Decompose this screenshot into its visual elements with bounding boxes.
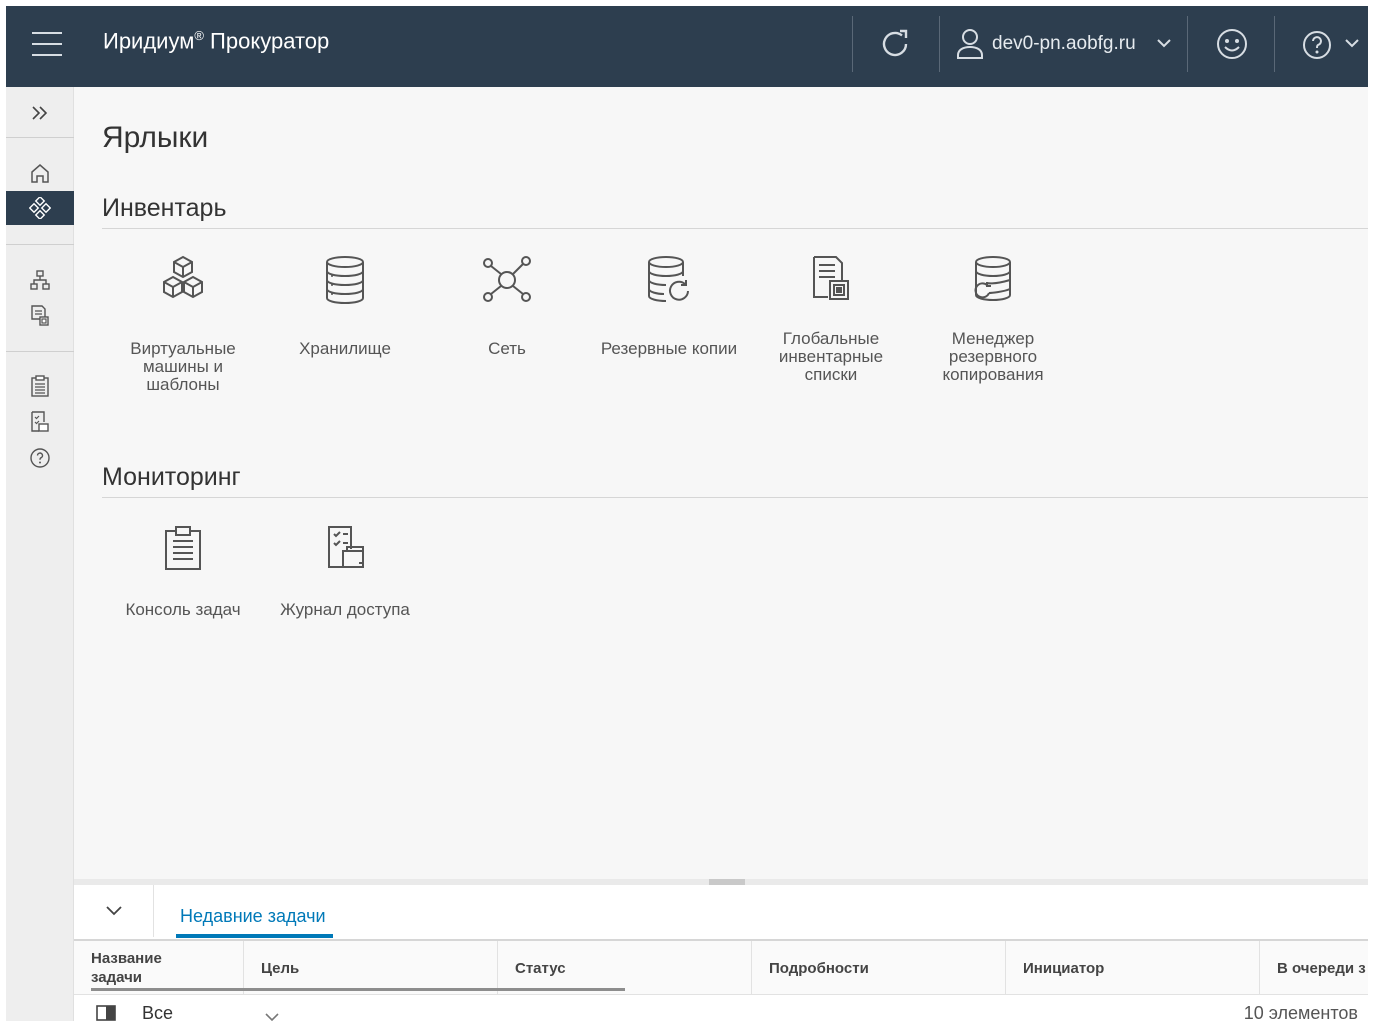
chevron-down-icon[interactable] [1156,36,1172,54]
tasks-table-header: Название задачи Цель Статус Подробности … [74,939,1368,995]
shortcut-backup-manager[interactable]: Менеджер резервного копирования [918,255,1068,384]
shortcut-access-log[interactable]: Журнал доступа [270,525,420,619]
tile-label: Резервные копии [600,339,738,358]
col-queued[interactable]: В очереди з [1260,941,1368,995]
column-header-label: Название задачи [91,950,162,986]
chevron-down-icon[interactable] [264,1009,280,1021]
header-divider [1274,16,1275,72]
task-console-icon [108,525,258,585]
sidebar [6,87,74,1021]
help-icon[interactable] [1301,29,1333,66]
shortcut-backups[interactable]: Резервные копии [594,255,744,358]
header-divider [1187,16,1188,72]
shortcut-network[interactable]: Сеть [432,255,582,358]
recent-tasks-panel: Недавние задачи Название задачи Цель Ста… [74,879,1368,1021]
sidebar-divider [6,244,74,245]
active-tab-indicator [176,934,333,938]
col-initiator[interactable]: Инициатор [1006,941,1260,995]
tab-recent-tasks[interactable]: Недавние задачи [180,906,326,927]
access-log-icon[interactable] [6,405,74,439]
header-divider [939,16,940,72]
column-sort-indicator [91,988,244,991]
col-target[interactable]: Цель [244,941,498,995]
monitoring-section-title: Мониторинг [102,463,241,491]
column-header-label: Статус [515,959,566,977]
tile-label: Консоль задач [125,600,241,619]
tasks-table-footer: Все 10 элементов [74,995,1368,1021]
refresh-icon[interactable] [878,27,914,68]
panel-resize-handle[interactable] [709,879,745,885]
feedback-smiley-icon[interactable] [1215,27,1249,66]
column-sort-indicator [498,988,625,991]
shortcut-task-console[interactable]: Консоль задач [108,525,258,619]
network-icon [432,255,582,315]
user-menu[interactable]: dev0-pn.aobfg.ru [992,33,1136,55]
col-details[interactable]: Подробности [752,941,1006,995]
home-icon[interactable] [6,156,74,190]
section-divider [102,228,1368,229]
vms-templates-icon [108,255,258,315]
chevron-down-icon [105,906,122,916]
collapse-panel-button[interactable] [74,885,154,937]
filter-value: Все [142,1003,174,1021]
product-name: Прокуратор [203,28,330,54]
expand-sidebar-icon[interactable] [6,96,74,130]
column-header-label: Цель [261,959,300,977]
tile-label: Журнал доступа [280,600,410,619]
task-console-icon[interactable] [6,369,74,403]
tile-label: Глобальные инвентарные списки [778,329,884,384]
storage-icon [270,255,420,315]
column-header-label: Инициатор [1023,959,1105,977]
inventory-list-icon[interactable] [6,299,74,333]
backup-manager-icon [918,255,1068,315]
shortcuts-icon[interactable] [6,191,74,225]
tile-label: Хранилище [299,339,391,358]
backups-icon [594,255,744,315]
tile-label: Виртуальные машины и шаблоны [130,339,236,394]
inventory-section-title: Инвентарь [102,194,227,222]
global-inventory-icon [756,255,906,315]
registered-mark: ® [194,28,204,43]
col-task-name[interactable]: Название задачи [74,941,244,995]
column-header-label: Подробности [769,959,869,977]
sidebar-divider [6,351,74,352]
app-title: Иридиум® Прокуратор [103,28,329,54]
column-header-label: В очереди з [1277,959,1366,977]
header-divider [852,16,853,72]
tile-label: Менеджер резервного копирования [942,329,1044,384]
shortcut-global-inventory[interactable]: Глобальные инвентарные списки [756,255,906,384]
tile-label: Сеть [488,339,526,358]
chevron-down-icon[interactable] [1344,36,1360,54]
main-content: Ярлыки Инвентарь Виртуальные машины и ша… [74,87,1368,879]
top-bar: Иридиум® Прокуратор dev0-pn.aobfg.ru [6,6,1368,87]
brand-name: Иридиум [103,28,195,54]
app-frame: Иридиум® Прокуратор dev0-pn.aobfg.ru Ярл… [6,6,1368,1021]
help-icon[interactable] [6,441,74,475]
page-title: Ярлыки [102,121,209,154]
filter-select[interactable]: Все [142,1003,173,1021]
column-sort-indicator [244,988,498,991]
access-log-icon [270,525,420,585]
hamburger-menu-icon[interactable] [32,32,62,56]
section-divider [102,497,1368,498]
shortcut-storage[interactable]: Хранилище [270,255,420,358]
shortcut-vms-templates[interactable]: Виртуальные машины и шаблоны [108,255,258,394]
user-icon[interactable] [956,28,984,65]
column-toggle-icon[interactable] [96,1005,116,1021]
hierarchy-icon[interactable] [6,263,74,297]
sidebar-divider [6,137,74,138]
col-status[interactable]: Статус [498,941,752,995]
user-name: dev0-pn.aobfg.ru [992,33,1136,54]
items-count: 10 элементов [1243,1003,1358,1021]
